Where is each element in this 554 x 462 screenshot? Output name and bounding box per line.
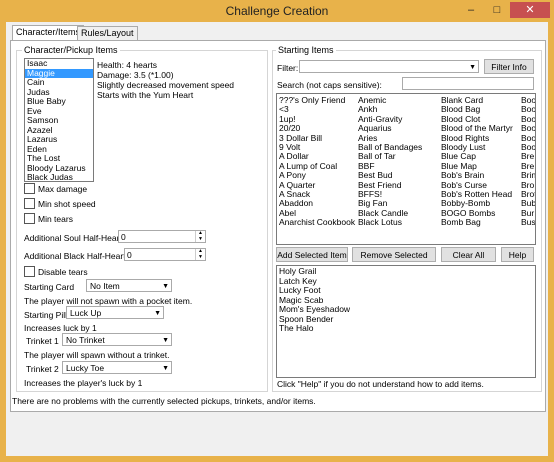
disable-tears-checkbox[interactable] [24,266,35,277]
list-item[interactable]: Anarchist Cookbook [279,217,355,227]
min-shot-speed-checkbox[interactable] [24,198,35,209]
trinket1-note: The player will spawn without a trinket. [24,350,170,360]
window-controls: – □ ✕ [458,2,550,20]
items-column-1: ???'s Only Friend <3 1up! 20/20 3 Dollar… [279,95,355,227]
starting-items-title: Starting Items [276,45,336,55]
trinket2-select[interactable]: Lucky Toe ▼ [62,361,172,374]
character-health: Health: 4 hearts [97,60,158,70]
soul-hearts-label: Additional Soul Half-Hearts [24,233,127,243]
starting-pill-label: Starting Pill [24,310,67,320]
character-damage: Damage: 3.5 (*1.00) [97,70,174,80]
trinket2-label: Trinket 2 [26,364,59,374]
black-hearts-label: Additional Black Half-Hearts [24,251,130,261]
min-shot-speed-label: Min shot speed [38,199,96,209]
max-damage-checkbox[interactable] [24,183,35,194]
help-button[interactable]: Help [501,247,534,262]
window-border-bottom [0,456,554,462]
character-speed: Slightly decreased movement speed [97,80,235,90]
status-message: There are no problems with the currently… [12,396,316,406]
starting-card-label: Starting Card [24,282,75,292]
soul-hearts-value: 0 [121,232,126,242]
search-label: Search (not caps sensitive): [277,80,382,90]
character-start-item: Starts with the Yum Heart [97,90,194,100]
list-item[interactable]: Black Judas [25,172,93,181]
list-item[interactable]: ???'s Only Friend [279,95,355,105]
starting-pill-note: Increases luck by 1 [24,323,97,333]
chevron-down-icon: ▼ [469,64,476,71]
available-items-list[interactable]: ???'s Only Friend <3 1up! 20/20 3 Dollar… [276,93,536,245]
starting-card-select[interactable]: No Item ▼ [86,279,172,292]
disable-tears-label: Disable tears [38,267,88,277]
chevron-down-icon: ▼ [162,365,169,372]
close-button[interactable]: ✕ [510,2,550,18]
starting-card-value: No Item [90,281,120,291]
filter-select[interactable]: ▼ [299,60,479,73]
tab-rules-layout[interactable]: Rules/Layout [77,26,138,40]
search-input[interactable] [402,77,534,90]
window-border-right [548,22,554,462]
character-list[interactable]: Isaac Maggie Cain Judas Blue Baby Eve Sa… [24,58,94,182]
character-group-title: Character/Pickup Items [22,45,120,55]
maximize-button[interactable]: □ [484,2,510,18]
list-item[interactable]: Bomb Bag [441,217,513,227]
remove-item-button[interactable]: Remove Selected Item [352,247,436,275]
chevron-down-icon: ▼ [162,337,169,344]
black-hearts-stepper[interactable]: 0 ▲ ▼ [124,248,206,261]
starting-pill-select[interactable]: Luck Up ▼ [66,306,164,319]
chevron-down-icon: ▼ [162,283,169,290]
window-border-left [0,22,6,462]
chevron-down-icon: ▼ [154,310,161,317]
max-damage-label: Max damage [38,184,88,194]
starting-pill-value: Luck Up [70,308,102,318]
trinket2-note: Increases the player's luck by 1 [24,378,143,388]
trinket2-value: Lucky Toe [66,363,105,373]
selected-items-list[interactable]: Holy Grail Latch Key Lucky Foot Magic Sc… [276,265,536,378]
min-tears-label: Min tears [38,214,73,224]
items-column-2: Anemic Ankh Anti-Gravity Aquarius Aries … [358,95,422,227]
trinket1-select[interactable]: No Trinket ▼ [62,333,172,346]
black-hearts-value: 0 [127,250,132,260]
items-column-4: Boo Boo Boo Boo Boo Boo Bre Bre Brin Bro… [521,95,535,227]
list-item[interactable]: Black Lotus [358,217,422,227]
filter-label: Filter: [277,63,299,73]
trinket1-label: Trinket 1 [26,336,59,346]
starting-card-note: The player will not spawn with a pocket … [24,296,193,306]
minimize-button[interactable]: – [458,2,484,18]
list-item[interactable]: Spoon Bender [277,314,535,325]
items-column-3: Blank Card Blood Bag Blood Clot Blood of… [441,95,513,227]
min-tears-checkbox[interactable] [24,213,35,224]
add-item-button[interactable]: Add Selected Item [276,247,348,262]
spin-arrows-icon[interactable]: ▲ ▼ [195,248,205,260]
help-hint: Click "Help" if you do not understand ho… [277,379,484,389]
trinket1-value: No Trinket [66,335,105,345]
spin-arrows-icon[interactable]: ▲ ▼ [195,230,205,242]
list-item[interactable]: Bus [521,217,535,227]
list-item[interactable]: The Halo [277,323,535,334]
tab-character-items[interactable]: Character/Items [12,25,85,41]
clear-items-button[interactable]: Clear All Items [441,247,496,275]
filter-info-button[interactable]: Filter Info [484,59,534,74]
soul-hearts-stepper[interactable]: 0 ▲ ▼ [118,230,206,243]
